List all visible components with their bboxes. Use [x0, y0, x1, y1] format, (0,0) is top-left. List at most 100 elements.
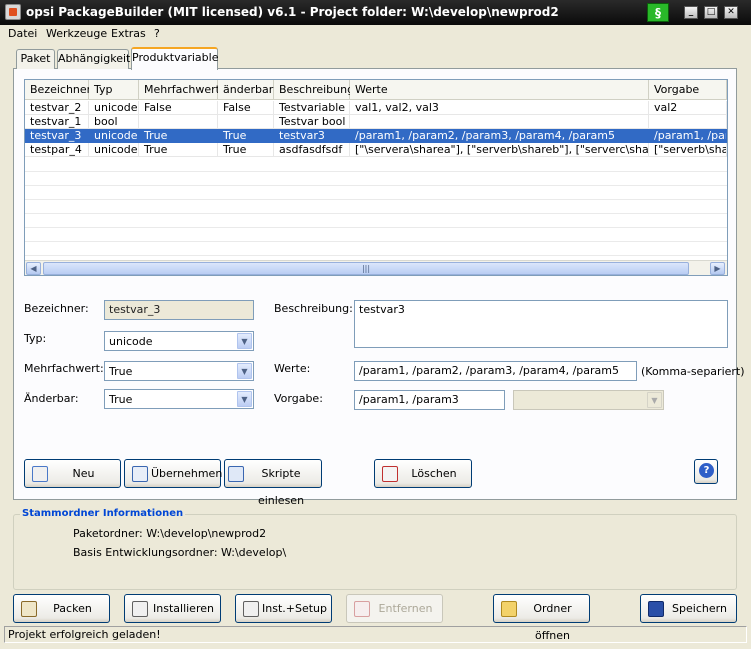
script-import-icon: [228, 466, 244, 482]
cell-mehrfachwert: True: [139, 129, 218, 143]
maximize-button[interactable]: □: [704, 6, 718, 19]
grid-line: [25, 227, 727, 228]
install-icon: [132, 601, 148, 617]
werte-label: Werte:: [274, 362, 311, 375]
vorgabe-field[interactable]: /param1, /param3: [354, 390, 505, 410]
column-header-werte[interactable]: Werte: [350, 80, 649, 100]
help-icon: ?: [699, 463, 714, 478]
cell-typ: unicode: [89, 143, 139, 157]
skripte-einlesen-button[interactable]: Skripte einlesen: [224, 459, 322, 507]
menu-werkzeuge[interactable]: Werkzeuge: [46, 27, 107, 40]
tab-paket[interactable]: Paket: [16, 49, 55, 69]
bezeichner-field[interactable]: testvar_3: [104, 300, 254, 320]
speichern-button-label: Speichern: [672, 602, 727, 615]
minimize-button[interactable]: _: [684, 6, 698, 19]
status-bar: Projekt erfolgreich geladen!: [4, 626, 747, 643]
cell-vorgabe: ["serverb\shareb"]: [649, 143, 727, 157]
app-icon[interactable]: [5, 4, 21, 20]
cell-vorgabe: /param1, /param3: [649, 129, 727, 143]
column-header-typ[interactable]: Typ: [89, 80, 139, 100]
installieren-button[interactable]: Installieren: [124, 594, 221, 623]
scroll-thumb[interactable]: |||: [43, 262, 689, 275]
stammordner-title: Stammordner Informationen: [20, 508, 186, 519]
scroll-left-icon[interactable]: ◀: [26, 262, 41, 275]
column-header-vorgabe[interactable]: Vorgabe: [649, 80, 727, 100]
window-title: opsi PackageBuilder (MIT licensed) v6.1 …: [26, 5, 559, 19]
entfernen-button-label: Entfernen: [378, 602, 433, 615]
inst-setup-button-label: Inst.+Setup: [262, 602, 327, 615]
ordner-oeffnen-button[interactable]: Ordner öffnen: [493, 594, 590, 642]
typ-select-value: unicode: [109, 335, 153, 348]
mehrfachwert-label: Mehrfachwert:: [24, 362, 104, 375]
packen-button-label: Packen: [53, 602, 92, 615]
entfernen-button[interactable]: Entfernen: [346, 594, 443, 623]
install-setup-icon: [243, 601, 259, 617]
skripte-button-label: Skripte einlesen: [257, 467, 305, 507]
cell-werte: [350, 115, 649, 129]
close-button[interactable]: ✕: [724, 6, 738, 19]
grid-line: [25, 213, 727, 214]
neu-button-label: Neu: [72, 467, 95, 480]
neu-button[interactable]: Neu: [24, 459, 121, 488]
tab-produktvariable[interactable]: Produktvariable: [131, 47, 218, 70]
typ-select[interactable]: unicode ▼: [104, 331, 254, 351]
chevron-down-icon: ▼: [647, 392, 662, 408]
table-row-selected[interactable]: testvar_3 unicode True True testvar3 /pa…: [25, 129, 727, 143]
column-header-beschreibung[interactable]: Beschreibung: [274, 80, 354, 100]
apply-icon: [132, 466, 148, 482]
chevron-down-icon[interactable]: ▼: [237, 333, 252, 349]
beschreibung-field[interactable]: testvar3: [354, 300, 728, 348]
save-icon: [648, 601, 664, 617]
speichern-button[interactable]: Speichern: [640, 594, 737, 623]
cell-aenderbar: True: [218, 143, 274, 157]
packen-button[interactable]: Packen: [13, 594, 110, 623]
cell-mehrfachwert: False: [139, 101, 218, 115]
uebernehmen-button[interactable]: Übernehmen: [124, 459, 222, 488]
cell-beschreibung: asdfasdfsdf: [274, 143, 350, 157]
aenderbar-label: Änderbar:: [24, 392, 79, 405]
cell-aenderbar: [218, 115, 274, 129]
chevron-down-icon[interactable]: ▼: [237, 363, 252, 379]
new-row-icon: [32, 466, 48, 482]
beschreibung-label: Beschreibung:: [274, 302, 353, 315]
opsi-tray-icon[interactable]: §: [647, 3, 669, 22]
column-header-bezeichner[interactable]: Bezeichner: [25, 80, 91, 100]
variables-grid[interactable]: Bezeichner Typ Mehrfachwert änderbar Bes…: [24, 79, 728, 276]
cell-typ: unicode: [89, 129, 139, 143]
cell-beschreibung: testvar3: [274, 129, 350, 143]
cell-bezeichner: testvar_2: [25, 101, 89, 115]
mehrfachwert-select[interactable]: True ▼: [104, 361, 254, 381]
horizontal-scrollbar[interactable]: ◀ ||| ▶: [25, 260, 727, 275]
cell-typ: unicode: [89, 101, 139, 115]
grid-line: [25, 185, 727, 186]
table-row[interactable]: testvar_1 bool Testvar bool: [25, 115, 727, 129]
grid-line: [25, 171, 727, 172]
menu-extras[interactable]: Extras: [111, 27, 146, 40]
inst-setup-button[interactable]: Inst.+Setup: [235, 594, 332, 623]
cell-beschreibung: Testvar bool: [274, 115, 350, 129]
aenderbar-select[interactable]: True ▼: [104, 389, 254, 409]
cell-mehrfachwert: True: [139, 143, 218, 157]
table-row[interactable]: testpar_4 unicode True True asdfasdfsdf …: [25, 143, 727, 157]
mehrfachwert-select-value: True: [109, 365, 133, 378]
cell-beschreibung: Testvariable: [274, 101, 350, 115]
uninstall-icon: [354, 601, 370, 617]
help-button[interactable]: ?: [694, 459, 718, 484]
column-header-aenderbar[interactable]: änderbar: [218, 80, 274, 100]
menu-help[interactable]: ?: [154, 27, 160, 40]
cell-werte: val1, val2, val3: [350, 101, 649, 115]
cell-werte: /param1, /param2, /param3, /param4, /par…: [350, 129, 649, 143]
paketordner-info: Paketordner: W:\develop\newprod2: [73, 527, 267, 540]
chevron-down-icon[interactable]: ▼: [237, 391, 252, 407]
tab-abhaengigkeit[interactable]: Abhängigkeit: [57, 49, 130, 69]
table-row[interactable]: testvar_2 unicode False False Testvariab…: [25, 101, 727, 115]
loeschen-button[interactable]: Löschen: [374, 459, 472, 488]
delete-row-icon: [382, 466, 398, 482]
grid-line: [25, 241, 727, 242]
scroll-right-icon[interactable]: ▶: [710, 262, 725, 275]
menu-datei[interactable]: Datei: [8, 27, 37, 40]
column-header-mehrfachwert[interactable]: Mehrfachwert: [139, 80, 220, 100]
werte-field[interactable]: /param1, /param2, /param3, /param4, /par…: [354, 361, 637, 381]
vorgabe-label: Vorgabe:: [274, 392, 323, 405]
cell-mehrfachwert: [139, 115, 218, 129]
